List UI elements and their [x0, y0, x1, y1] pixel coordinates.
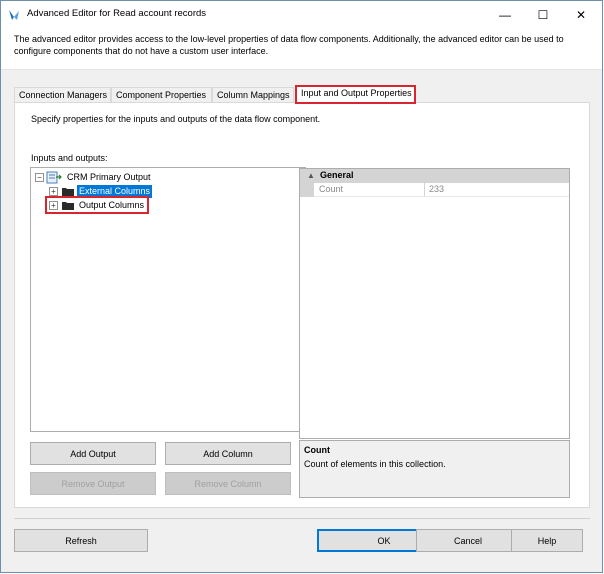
tab-column-mappings[interactable]: Column Mappings — [212, 87, 294, 103]
tree-node-crm-primary-output[interactable]: − CRM Primary Output — [35, 171, 185, 184]
close-button[interactable]: ✕ — [564, 1, 598, 28]
output-icon — [46, 171, 62, 184]
help-button[interactable]: Help — [511, 529, 583, 552]
remove-output-button[interactable]: Remove Output — [30, 472, 156, 495]
tab-connection-managers[interactable]: Connection Managers — [14, 87, 111, 103]
advanced-editor-window: Advanced Editor for Read account records… — [0, 0, 603, 573]
input-output-properties-panel: Specify properties for the inputs and ou… — [14, 102, 590, 508]
help-title: Count — [304, 445, 330, 455]
add-column-button[interactable]: Add Column — [165, 442, 291, 465]
ssis-editor-icon — [9, 10, 19, 20]
help-text: Count of elements in this collection. — [304, 459, 446, 469]
property-value: 233 — [429, 184, 445, 194]
add-output-button[interactable]: Add Output — [30, 442, 156, 465]
window-title: Advanced Editor for Read account records — [27, 8, 207, 19]
minimize-button[interactable]: — — [488, 1, 522, 28]
tab-input-and-output-properties[interactable]: Input and Output Properties — [295, 85, 416, 104]
inputs-outputs-label: Inputs and outputs: — [31, 153, 108, 163]
refresh-button[interactable]: Refresh — [14, 529, 148, 552]
footer-separator — [14, 518, 590, 519]
property-help-panel: Count Count of elements in this collecti… — [299, 440, 570, 498]
row-gutter — [300, 183, 314, 197]
collapse-icon[interactable]: − — [35, 173, 44, 182]
remove-column-button[interactable]: Remove Column — [165, 472, 291, 495]
column-divider — [424, 183, 425, 197]
output-columns-highlight — [45, 196, 149, 214]
maximize-button[interactable]: ☐ — [526, 1, 560, 28]
collapse-category-icon[interactable]: ▲ — [307, 171, 315, 180]
property-grid[interactable]: ▲ General Count 233 — [299, 168, 570, 439]
category-general[interactable]: ▲ General — [300, 169, 569, 183]
panel-description: Specify properties for the inputs and ou… — [31, 114, 321, 124]
row-divider — [314, 196, 569, 197]
category-label: General — [320, 170, 354, 180]
expand-icon[interactable]: + — [49, 187, 58, 196]
tab-component-properties[interactable]: Component Properties — [111, 87, 212, 103]
property-name: Count — [319, 184, 344, 194]
editor-description-area: The advanced editor provides access to t… — [1, 28, 602, 70]
property-row-count[interactable]: Count 233 — [300, 183, 569, 197]
editor-description: The advanced editor provides access to t… — [14, 34, 564, 56]
title-bar: Advanced Editor for Read account records… — [1, 1, 602, 28]
cancel-button[interactable]: Cancel — [416, 529, 520, 552]
inputs-outputs-tree[interactable]: − CRM Primary Output + External Columns — [30, 167, 306, 432]
tree-node-label: CRM Primary Output — [67, 172, 151, 182]
